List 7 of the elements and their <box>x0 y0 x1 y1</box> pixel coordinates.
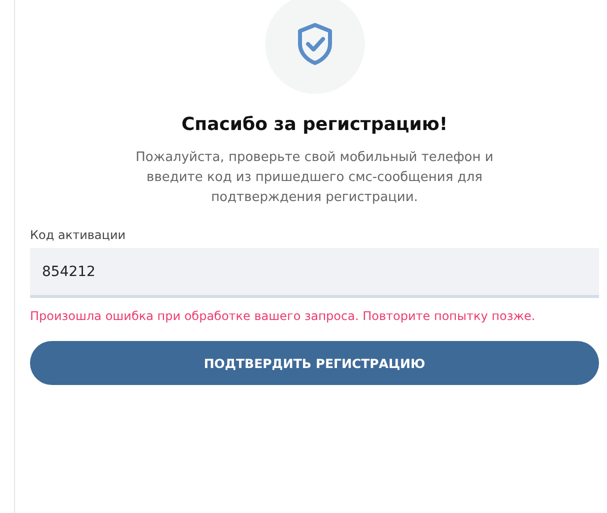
error-message: Произошла ошибка при обработке вашего запроса. Повторите попытку позже. <box>30 309 536 323</box>
field-label: Код активации <box>30 228 127 242</box>
confirm-button[interactable]: ПОДТВЕРДИТЬ РЕГИСТРАЦИЮ <box>30 341 599 385</box>
shield-check-icon <box>296 22 334 66</box>
description: Пожалуйста, проверьте свой мобильный телефон и введите код из пришедшего смс-сообщения для подтверждения регистрации. <box>134 149 494 207</box>
title: Спасибо за регистрацию! <box>180 114 449 135</box>
activation-code-field[interactable]: 854212 <box>30 248 599 298</box>
